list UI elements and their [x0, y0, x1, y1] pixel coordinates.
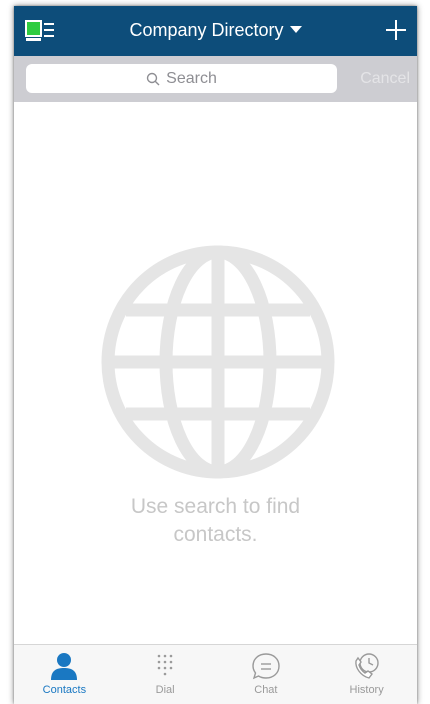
phone-history-icon	[354, 653, 379, 679]
empty-state-message: Use search to find contacts.	[130, 495, 301, 546]
dialpad-icon	[157, 654, 173, 676]
tab-dial[interactable]: Dial	[115, 645, 216, 704]
contacts-empty-state: Use search to find contacts.	[14, 102, 417, 645]
search-input[interactable]: Search	[26, 64, 337, 93]
tab-label: Contacts	[42, 684, 87, 696]
tab-history[interactable]: History	[316, 645, 417, 704]
search-icon	[146, 72, 160, 85]
directory-selector[interactable]: Company Directory	[14, 20, 417, 41]
tab-label: Chat	[254, 684, 278, 696]
search-bar: Search Cancel	[14, 56, 417, 102]
caret-down-icon	[289, 26, 302, 34]
tab-label: Dial	[155, 684, 175, 696]
page-title: Company Directory	[129, 20, 284, 40]
search-placeholder: Search	[166, 69, 217, 87]
navigation-bar: Company Directory	[14, 6, 417, 56]
person-icon	[51, 653, 78, 680]
globe-icon	[101, 245, 335, 479]
tab-contacts[interactable]: Contacts	[14, 645, 115, 704]
cancel-button[interactable]: Cancel	[360, 70, 410, 88]
tab-label: History	[349, 684, 384, 696]
tab-chat[interactable]: Chat	[216, 645, 317, 704]
app-screen: Company Directory Search Cancel Use sear…	[14, 6, 417, 704]
chat-bubble-icon	[252, 653, 280, 680]
tab-bar: Contacts Dial Chat History	[14, 644, 417, 704]
plus-icon[interactable]	[385, 19, 407, 41]
